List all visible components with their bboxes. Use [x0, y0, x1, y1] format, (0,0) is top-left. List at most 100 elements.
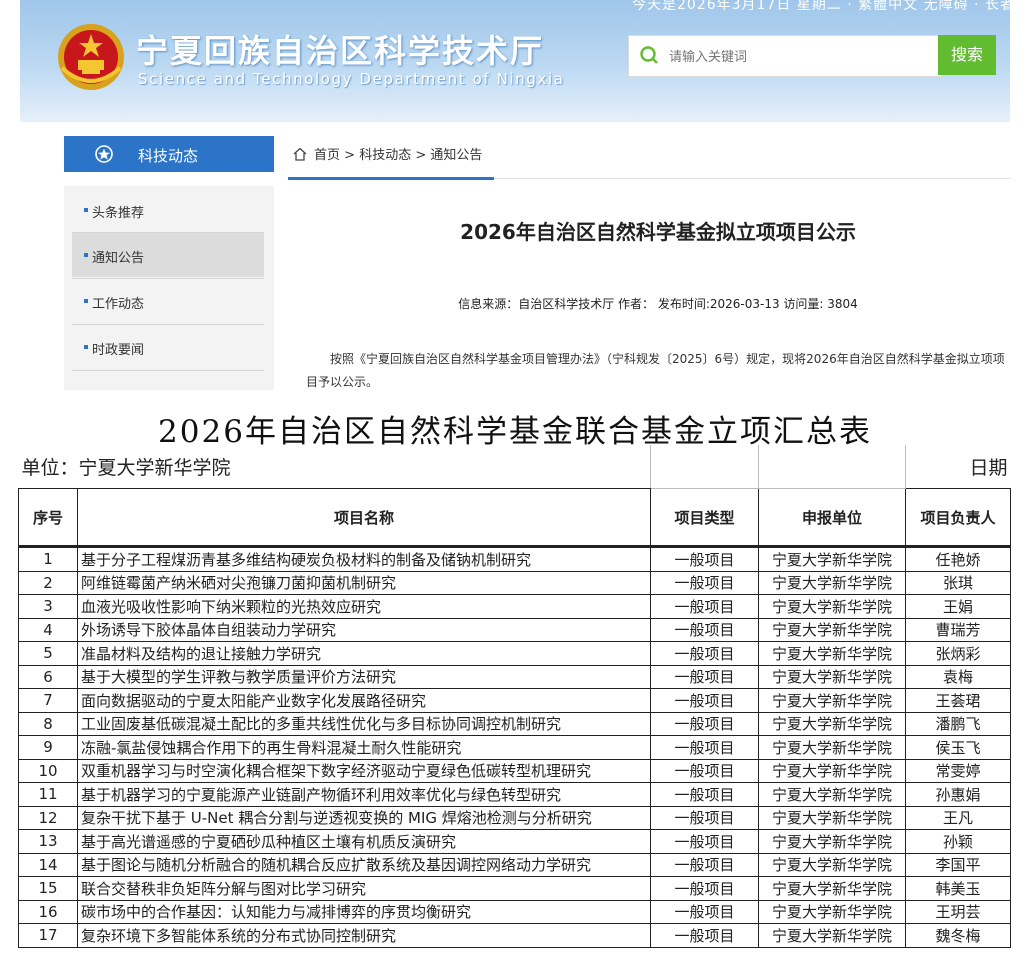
cell-lead: 韩美玉: [905, 876, 1012, 901]
table-row: 4 外场诱导下胶体晶体自组装动力学研究 一般项目 宁夏大学新华学院 曹瑞芳: [18, 617, 1012, 642]
unit-row: 单位：宁夏大学新华学院 日期: [18, 445, 1011, 489]
sidebar-item-work-news[interactable]: 工作动态: [72, 279, 264, 323]
cell-org: 宁夏大学新华学院: [758, 617, 907, 642]
article-title: 2026年自治区自然科学基金拟立项项目公示: [460, 220, 856, 244]
cell-project-name: 工业固废基低碳混凝土配比的多重共线性优化与多目标协同调控机制研究: [76, 711, 652, 736]
cell-org: 宁夏大学新华学院: [758, 923, 907, 948]
table-row: 6 基于大模型的学生评教与教学质量评价方法研究 一般项目 宁夏大学新华学院 袁梅: [18, 664, 1012, 689]
cell-no: 11: [18, 782, 78, 807]
cell-project-name: 外场诱导下胶体晶体自组装动力学研究: [76, 617, 652, 642]
cell-project-name: 血液光吸收性影响下纳米颗粒的光热效应研究: [76, 594, 652, 619]
breadcrumb-tech-news[interactable]: 科技动态: [359, 148, 411, 163]
cell-project-name: 基于高光谱遥感的宁夏硒砂瓜种植区土壤有机质反演研究: [76, 829, 652, 854]
sidebar-item-headline[interactable]: 头条推荐: [72, 188, 264, 232]
table-row: 8 工业固废基低碳混凝土配比的多重共线性优化与多目标协同调控机制研究 一般项目 宁夏大…: [18, 711, 1012, 736]
cell-lead: 潘鹏飞: [905, 711, 1012, 736]
cell-project-name: 双重机器学习与时空演化耦合框架下数字经济驱动宁夏绿色低碳转型机理研究: [76, 758, 652, 783]
cell-project-name: 基于分子工程煤沥青基多维结构硬炭负极材料的制备及储钠机制研究: [76, 546, 652, 572]
cell-project-type: 一般项目: [650, 876, 760, 901]
cell-project-name: 复杂环境下多智能体系统的分布式协同控制研究: [76, 923, 652, 948]
breadcrumb: 首页 > 科技动态 > 通知公告: [292, 144, 482, 163]
cell-project-name: 基于图论与随机分析融合的随机耦合反应扩散系统及基因调控网络动力学研究: [76, 852, 652, 877]
cell-lead: 曹瑞芳: [905, 617, 1012, 642]
date-label: 日期: [969, 457, 1008, 479]
cell-project-name: 阿维链霉菌产纳米硒对尖孢镰刀菌抑菌机制研究: [76, 570, 652, 595]
col-header-no: 序号: [18, 488, 78, 548]
search-box: [628, 35, 942, 77]
cell-org: 宁夏大学新华学院: [758, 735, 907, 760]
cell-project-type: 一般项目: [650, 594, 760, 619]
cell-project-type: 一般项目: [650, 782, 760, 807]
sidebar-item-notices[interactable]: 通知公告: [72, 233, 264, 277]
cell-org: 宁夏大学新华学院: [758, 711, 907, 736]
cell-project-type: 一般项目: [650, 805, 760, 830]
cell-no: 14: [18, 852, 78, 877]
cell-no: 5: [18, 641, 78, 666]
cell-no: 13: [18, 829, 78, 854]
cell-project-type: 一般项目: [650, 711, 760, 736]
cell-project-type: 一般项目: [650, 664, 760, 689]
table-body: 1 基于分子工程煤沥青基多维结构硬炭负极材料的制备及储钠机制研究 一般项目 宁夏大学新…: [18, 546, 1012, 948]
cell-project-type: 一般项目: [650, 852, 760, 877]
cell-no: 2: [18, 570, 78, 595]
site-title: 宁夏回族自治区科学技术厅: [136, 32, 545, 70]
cell-project-name: 基于大模型的学生评教与教学质量评价方法研究: [76, 664, 652, 689]
cell-org: 宁夏大学新华学院: [758, 852, 907, 877]
table-row: 2 阿维链霉菌产纳米硒对尖孢镰刀菌抑菌机制研究 一般项目 宁夏大学新华学院 张琪: [18, 570, 1012, 595]
site-header: 今天是2026年3月17日 星期二 · 繁體中文 无障碍 · 长者 宁夏回族自治…: [20, 0, 1010, 122]
table-row: 1 基于分子工程煤沥青基多维结构硬炭负极材料的制备及储钠机制研究 一般项目 宁夏大学新…: [18, 546, 1012, 572]
cell-org: 宁夏大学新华学院: [758, 570, 907, 595]
cell-lead: 孙颖: [905, 829, 1012, 854]
table-row: 9 冻融-氯盐侵蚀耦合作用下的再生骨料混凝土耐久性能研究 一般项目 宁夏大学新华学院侯…: [18, 735, 1012, 760]
cell-no: 7: [18, 688, 78, 713]
cell-no: 10: [18, 758, 78, 783]
cell-org: 宁夏大学新华学院: [758, 782, 907, 807]
table-row: 12 复杂干扰下基于 U-Net 耦合分割与逆透视变换的 MIG 焊熔池检测与分析…: [18, 805, 1012, 830]
cell-no: 1: [18, 546, 78, 572]
breadcrumb-notices[interactable]: 通知公告: [430, 148, 482, 163]
cell-org: 宁夏大学新华学院: [758, 876, 907, 901]
cell-org: 宁夏大学新华学院: [758, 641, 907, 666]
search-input[interactable]: [667, 44, 931, 70]
cell-project-name: 面向数据驱动的宁夏太阳能产业数字化发展路径研究: [76, 688, 652, 713]
cell-project-type: 一般项目: [650, 829, 760, 854]
cell-project-type: 一般项目: [650, 923, 760, 948]
col-header-name: 项目名称: [76, 488, 652, 548]
sidebar-item-label: 通知公告: [92, 251, 145, 266]
col-header-type: 项目类型: [650, 488, 760, 548]
cell-lead: 袁梅: [905, 664, 1012, 689]
cell-lead: 孙惠娟: [905, 782, 1012, 807]
sidebar-heading-label: 科技动态: [138, 147, 199, 165]
cell-no: 6: [18, 664, 78, 689]
cell-project-name: 冻融-氯盐侵蚀耦合作用下的再生骨料混凝土耐久性能研究: [76, 735, 652, 760]
site-subtitle: Science and Technology Department of Nin…: [138, 70, 565, 88]
cell-lead: 王荟珺: [905, 688, 1012, 713]
sidebar-nav: 头条推荐 通知公告 工作动态 时政要闻: [64, 186, 274, 390]
search-icon: [640, 46, 658, 64]
cell-project-type: 一般项目: [650, 617, 760, 642]
cell-no: 16: [18, 899, 78, 924]
project-table: 单位：宁夏大学新华学院 日期 序号 项目名称 项目类型 申报单位 项目负责人 1…: [18, 445, 1012, 948]
blank-cell: [650, 445, 760, 489]
table-row: 11 基于机器学习的宁夏能源产业链副产物循环利用效率优化与绿色转型研究 一般项目 宁夏…: [18, 782, 1012, 807]
table-row: 17 复杂环境下多智能体系统的分布式协同控制研究 一般项目 宁夏大学新华学院 魏冬梅: [18, 923, 1012, 948]
breadcrumb-home[interactable]: 首页: [314, 148, 340, 163]
summary-sheet: 单位：宁夏大学新华学院 日期 序号 项目名称 项目类型 申报单位 项目负责人 1…: [18, 445, 1012, 948]
cell-no: 9: [18, 735, 78, 760]
search-button[interactable]: 搜索: [938, 35, 996, 75]
bullet-icon: [84, 208, 88, 212]
breadcrumb-separator: >: [415, 148, 427, 163]
cell-project-name: 联合交替秩非负矩阵分解与图对比学习研究: [76, 876, 652, 901]
star-badge-icon: [95, 145, 113, 163]
cell-lead: 常雯婷: [905, 758, 1012, 783]
cell-lead: 张琪: [905, 570, 1012, 595]
sidebar-item-label: 头条推荐: [92, 206, 145, 221]
cell-no: 3: [18, 594, 78, 619]
sidebar-item-label: 时政要闻: [92, 343, 145, 358]
table-row: 7 面向数据驱动的宁夏太阳能产业数字化发展路径研究 一般项目 宁夏大学新华学院 王荟珺: [18, 688, 1012, 713]
cell-org: 宁夏大学新华学院: [758, 664, 907, 689]
sidebar-item-politics[interactable]: 时政要闻: [72, 325, 264, 369]
cell-no: 8: [18, 711, 78, 736]
col-header-lead: 项目负责人: [905, 488, 1012, 548]
cell-project-type: 一般项目: [650, 899, 760, 924]
